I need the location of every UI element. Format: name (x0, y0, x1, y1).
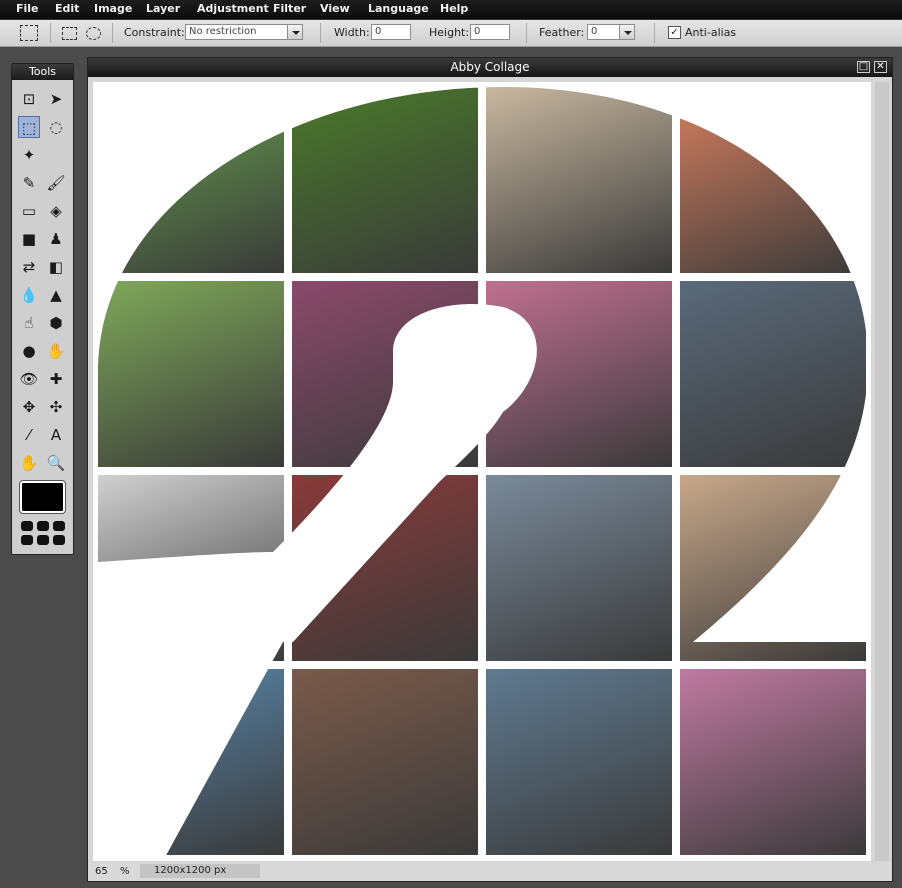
palette-dot[interactable] (53, 521, 65, 531)
menu-edit[interactable]: Edit (55, 2, 79, 15)
tool-options-bar: Constraint: No restriction Width: 0 Heig… (0, 20, 902, 47)
width-field[interactable]: 0 (371, 24, 411, 40)
burn-icon[interactable]: ✋ (45, 340, 67, 362)
feather-dropdown-button[interactable] (619, 24, 635, 40)
move-icon[interactable]: ➤ (45, 88, 67, 110)
zoom-unit: % (120, 866, 130, 877)
marquee-tool-indicator-icon (20, 25, 38, 41)
palette-dot[interactable] (21, 521, 33, 531)
menu-image[interactable]: Image (94, 2, 132, 15)
menu-filter[interactable]: Filter (273, 2, 306, 15)
menu-bar: File Edit Image Layer Adjustment Filter … (0, 0, 902, 20)
smudge-icon[interactable]: ☝ (18, 312, 40, 334)
antialias-checkbox[interactable]: ✓ (668, 26, 681, 39)
palette-dot[interactable] (37, 535, 49, 545)
palette-dot[interactable] (37, 521, 49, 531)
image-canvas[interactable] (93, 82, 871, 861)
type-icon[interactable]: A (45, 424, 67, 446)
menu-adjustment[interactable]: Adjustment (197, 2, 269, 15)
clone-stamp-icon[interactable]: ♟ (45, 228, 67, 250)
zoom-value[interactable]: 65 (95, 866, 108, 877)
red-eye-icon[interactable]: 👁 (18, 368, 40, 390)
constraint-dropdown-button[interactable] (287, 24, 303, 40)
menu-help[interactable]: Help (440, 2, 468, 15)
menu-layer[interactable]: Layer (146, 2, 180, 15)
blur-icon[interactable]: 💧 (18, 284, 40, 306)
color-picker-icon[interactable]: ⁄ (18, 424, 40, 446)
palette-dot[interactable] (53, 535, 65, 545)
menu-view[interactable]: View (320, 2, 350, 15)
maximize-icon[interactable]: □ (857, 61, 870, 73)
menu-file[interactable]: File (16, 2, 39, 15)
shapes-icon[interactable]: ◧ (45, 256, 67, 278)
eraser-icon[interactable]: ▭ (18, 200, 40, 222)
vertical-scrollbar[interactable] (875, 82, 889, 861)
feather-label: Feather: (539, 26, 585, 39)
document-title: Abby Collage (450, 60, 530, 74)
dodge-icon[interactable]: ● (18, 340, 40, 362)
color-replace-icon[interactable]: ⇄ (18, 256, 40, 278)
crop-icon[interactable]: ⊡ (18, 88, 40, 110)
height-field[interactable]: 0 (470, 24, 510, 40)
marquee-icon[interactable]: ⬚ (18, 116, 40, 138)
sponge-icon[interactable]: ⬢ (45, 312, 67, 334)
close-icon[interactable]: ✕ (874, 61, 887, 73)
rect-select-mode-icon[interactable] (62, 27, 77, 40)
width-label: Width: (334, 26, 370, 39)
zoom-icon[interactable]: 🔍 (45, 452, 67, 474)
image-dimensions: 1200x1200 px (140, 864, 260, 878)
foreground-color-swatch[interactable] (20, 481, 65, 513)
gradient-icon[interactable]: ■ (18, 228, 40, 250)
pinch-icon[interactable]: ✣ (45, 396, 67, 418)
antialias-label: Anti-alias (685, 26, 737, 39)
ellipse-select-mode-icon[interactable] (86, 27, 101, 40)
constraint-label: Constraint: (124, 26, 185, 39)
height-label: Height: (429, 26, 470, 39)
palette-dot[interactable] (21, 535, 33, 545)
bloat-icon[interactable]: ✥ (18, 396, 40, 418)
feather-select[interactable]: 0 (587, 24, 621, 40)
hand-icon[interactable]: ✋ (18, 452, 40, 474)
magic-wand-icon[interactable]: ✦ (18, 144, 40, 166)
lasso-icon[interactable]: ◌ (45, 116, 67, 138)
brush-icon[interactable]: 🖌 (45, 172, 67, 194)
pencil-icon[interactable]: ✎ (18, 172, 40, 194)
status-bar: 65 % 1200x1200 px (88, 863, 892, 881)
sharpen-icon[interactable]: ▲ (45, 284, 67, 306)
document-title-bar[interactable]: Abby Collage □ ✕ (88, 58, 892, 77)
number-two-shape (93, 82, 871, 861)
bucket-icon[interactable]: ◈ (45, 200, 67, 222)
constraint-select[interactable]: No restriction (185, 24, 291, 40)
menu-language[interactable]: Language (368, 2, 429, 15)
document-window: Abby Collage □ ✕ 65 % 1200x1200 px (87, 57, 893, 882)
spot-heal-icon[interactable]: ✚ (45, 368, 67, 390)
tools-panel: Tools ⊡ ➤ ⬚ ◌ ✦ ✎ 🖌 ▭ ◈ ■ ♟ ⇄ ◧ 💧 ▲ ☝ ⬢ ● ✋ 👁 ✚ ✥ ✣ ⁄ A ✋ 🔍 (11, 63, 74, 555)
tools-panel-title: Tools (12, 64, 73, 80)
